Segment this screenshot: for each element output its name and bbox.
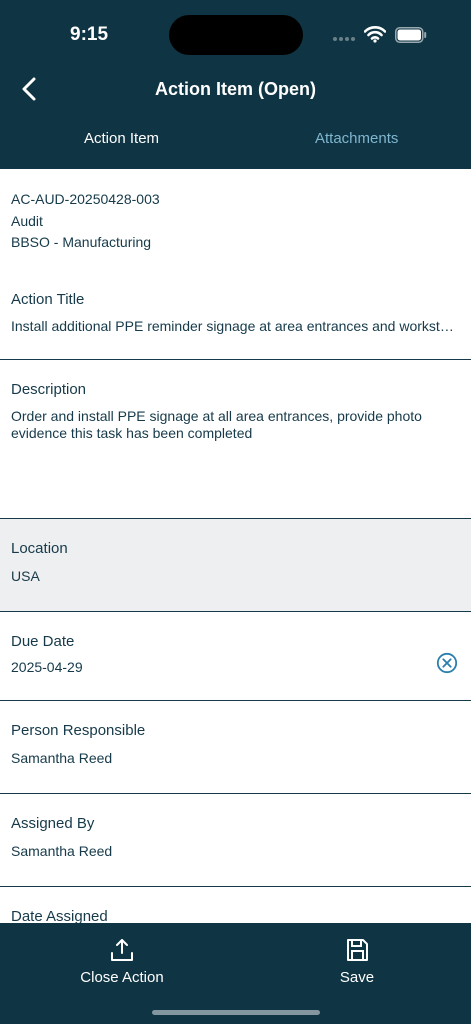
due-date-label: Due Date xyxy=(11,633,75,650)
description-field[interactable]: Order and install PPE signage at all are… xyxy=(11,408,461,442)
due-date-section: Due Date 2025-04-29 xyxy=(0,612,471,701)
close-action-button[interactable]: Close Action xyxy=(62,937,182,986)
description-section: Description Order and install PPE signag… xyxy=(0,360,471,519)
action-title-label: Action Title xyxy=(11,291,85,308)
action-source: Audit xyxy=(11,213,43,229)
cellular-signal-icon xyxy=(333,37,355,41)
assigned-by-field[interactable]: Samantha Reed xyxy=(11,843,112,859)
due-date-field[interactable]: 2025-04-29 xyxy=(11,659,83,675)
date-assigned-section: Date Assigned xyxy=(0,887,471,923)
save-button[interactable]: Save xyxy=(317,937,397,986)
location-value: USA xyxy=(11,568,40,584)
save-label: Save xyxy=(339,969,375,986)
upload-icon xyxy=(111,939,133,961)
date-assigned-label: Date Assigned xyxy=(11,908,108,923)
status-time: 9:15 xyxy=(70,24,109,45)
save-disk-icon xyxy=(347,939,368,961)
person-responsible-field[interactable]: Samantha Reed xyxy=(11,750,112,766)
action-area: BBSO - Manufacturing xyxy=(11,234,152,250)
action-id: AC-AUD-20250428-003 xyxy=(11,191,160,207)
bottom-toolbar: Close Action Save xyxy=(0,923,471,1024)
location-label: Location xyxy=(11,540,68,557)
action-item-form[interactable]: AC-AUD-20250428-003 Audit BBSO - Manufac… xyxy=(0,169,471,923)
dynamic-island xyxy=(169,15,303,55)
person-responsible-section: Person Responsible Samantha Reed xyxy=(0,701,471,794)
summary-and-title-section: AC-AUD-20250428-003 Audit BBSO - Manufac… xyxy=(0,169,471,360)
close-action-label: Close Action xyxy=(80,969,164,986)
action-title-field[interactable]: Install additional PPE reminder signage … xyxy=(11,318,461,334)
home-indicator xyxy=(152,1010,320,1015)
battery-icon xyxy=(395,27,427,43)
wifi-icon xyxy=(364,26,386,43)
location-section: Location USA xyxy=(0,519,471,612)
person-responsible-label: Person Responsible xyxy=(11,722,146,739)
tab-attachments[interactable]: Attachments xyxy=(315,130,398,147)
page-title: Action Item (Open) xyxy=(155,79,316,99)
clear-circle-icon[interactable] xyxy=(436,652,458,674)
assigned-by-section: Assigned By Samantha Reed xyxy=(0,794,471,887)
description-label: Description xyxy=(11,381,87,398)
top-bar: 9:15 Action Item (Open) Action Item Atta… xyxy=(0,0,471,169)
assigned-by-label: Assigned By xyxy=(11,815,95,832)
tab-action-item[interactable]: Action Item xyxy=(84,130,159,147)
